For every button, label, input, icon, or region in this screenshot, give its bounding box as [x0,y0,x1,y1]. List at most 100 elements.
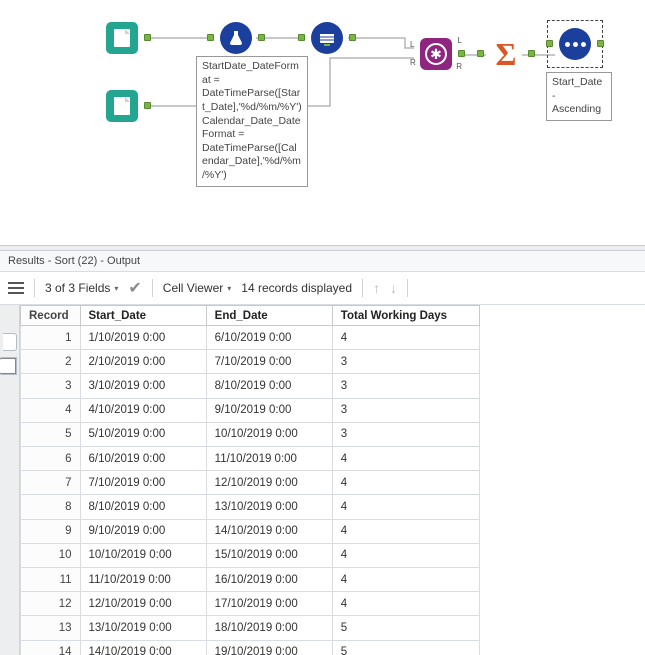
cell-end-date: 15/10/2019 0:00 [206,543,332,567]
cell-end-date: 17/10/2019 0:00 [206,592,332,616]
cell-record: 2 [21,350,81,374]
cell-record: 11 [21,568,81,592]
cell-total-days: 4 [332,326,479,350]
results-toolbar: 3 of 3 Fields ▾ ✔ Cell Viewer ▾ 14 recor… [0,272,645,305]
cell-start-date: 2/10/2019 0:00 [80,350,206,374]
columns-icon [311,22,343,54]
cell-end-date: 11/10/2019 0:00 [206,447,332,471]
sort-label: Start_Date - Ascending [546,72,612,121]
cell-end-date: 14/10/2019 0:00 [206,519,332,543]
table-row[interactable]: 44/10/2019 0:009/10/2019 0:003 [21,398,480,422]
cell-start-date: 6/10/2019 0:00 [80,447,206,471]
cell-start-date: 5/10/2019 0:00 [80,422,206,446]
cell-total-days: 3 [332,374,479,398]
workflow-canvas[interactable]: L R L J R Σ StartDate_DateFormat = DateT… [0,0,645,245]
sort-tool[interactable] [557,26,593,62]
col-end-date[interactable]: End_Date [206,306,332,326]
rail-tab-1[interactable] [3,333,17,351]
chevron-down-icon: ▾ [114,284,118,293]
cell-end-date: 19/10/2019 0:00 [206,640,332,655]
cell-start-date: 11/10/2019 0:00 [80,568,206,592]
cell-record: 12 [21,592,81,616]
cell-end-date: 13/10/2019 0:00 [206,495,332,519]
table-row[interactable]: 1010/10/2019 0:0015/10/2019 0:004 [21,543,480,567]
cell-record: 13 [21,616,81,640]
table-row[interactable]: 1313/10/2019 0:0018/10/2019 0:005 [21,616,480,640]
cell-total-days: 5 [332,640,479,655]
cell-record: 6 [21,447,81,471]
table-row[interactable]: 33/10/2019 0:008/10/2019 0:003 [21,374,480,398]
table-row[interactable]: 77/10/2019 0:0012/10/2019 0:004 [21,471,480,495]
cell-total-days: 4 [332,519,479,543]
cell-total-days: 4 [332,447,479,471]
cell-record: 4 [21,398,81,422]
cell-start-date: 7/10/2019 0:00 [80,471,206,495]
cell-total-days: 4 [332,471,479,495]
col-start-date[interactable]: Start_Date [80,306,206,326]
cell-start-date: 9/10/2019 0:00 [80,519,206,543]
table-row[interactable]: 88/10/2019 0:0013/10/2019 0:004 [21,495,480,519]
chevron-down-icon: ▾ [227,284,231,293]
cell-total-days: 4 [332,592,479,616]
results-panel-title: Results - Sort (22) - Output [0,251,645,272]
formula-tool-1[interactable] [218,20,254,56]
cell-total-days: 4 [332,543,479,567]
cell-viewer-dropdown[interactable]: Cell Viewer ▾ [163,281,231,295]
table-row[interactable]: 1414/10/2019 0:0019/10/2019 0:005 [21,640,480,655]
table-row[interactable]: 66/10/2019 0:0011/10/2019 0:004 [21,447,480,471]
cell-start-date: 14/10/2019 0:00 [80,640,206,655]
cell-total-days: 3 [332,350,479,374]
rail-tab-2[interactable] [0,357,17,375]
table-row[interactable]: 11/10/2019 0:006/10/2019 0:004 [21,326,480,350]
results-grid[interactable]: Record Start_Date End_Date Total Working… [20,305,480,655]
results-side-rail [0,305,20,655]
select-tool[interactable] [309,20,345,56]
cell-total-days: 5 [332,616,479,640]
table-row[interactable]: 1111/10/2019 0:0016/10/2019 0:004 [21,568,480,592]
table-row[interactable]: 22/10/2019 0:007/10/2019 0:003 [21,350,480,374]
fields-dropdown-label: 3 of 3 Fields [45,281,110,295]
arrow-down-icon[interactable]: ↓ [390,280,397,296]
cell-end-date: 9/10/2019 0:00 [206,398,332,422]
cell-viewer-label: Cell Viewer [163,281,223,295]
table-row[interactable]: 99/10/2019 0:0014/10/2019 0:004 [21,519,480,543]
cell-start-date: 1/10/2019 0:00 [80,326,206,350]
table-row[interactable]: 55/10/2019 0:0010/10/2019 0:003 [21,422,480,446]
dots-icon [559,28,591,60]
cell-start-date: 12/10/2019 0:00 [80,592,206,616]
cell-start-date: 3/10/2019 0:00 [80,374,206,398]
cell-record: 3 [21,374,81,398]
document-icon [114,97,130,115]
cell-record: 8 [21,495,81,519]
cell-total-days: 4 [332,495,479,519]
cell-start-date: 8/10/2019 0:00 [80,495,206,519]
fields-dropdown[interactable]: 3 of 3 Fields ▾ [45,281,118,295]
cell-start-date: 4/10/2019 0:00 [80,398,206,422]
cell-record: 1 [21,326,81,350]
col-total-days[interactable]: Total Working Days [332,306,479,326]
cell-end-date: 6/10/2019 0:00 [206,326,332,350]
records-count-text: 14 records displayed [241,281,352,295]
cell-record: 5 [21,422,81,446]
cell-total-days: 3 [332,422,479,446]
cell-start-date: 10/10/2019 0:00 [80,543,206,567]
col-record[interactable]: Record [21,306,81,326]
cell-end-date: 16/10/2019 0:00 [206,568,332,592]
sigma-icon: Σ [496,38,517,70]
input-tool-2[interactable] [104,88,140,124]
check-icon[interactable]: ✔ [128,278,141,298]
menu-icon[interactable] [8,280,24,296]
input-tool-1[interactable] [104,20,140,56]
formula-tooltip: StartDate_DateFormat = DateTimeParse([St… [196,56,308,187]
cell-record: 7 [21,471,81,495]
cell-end-date: 7/10/2019 0:00 [206,350,332,374]
cell-end-date: 8/10/2019 0:00 [206,374,332,398]
grid-header-row: Record Start_Date End_Date Total Working… [21,306,480,326]
cell-end-date: 18/10/2019 0:00 [206,616,332,640]
join-tool[interactable]: L R L J R [418,36,454,72]
join-icon [425,43,447,65]
table-row[interactable]: 1212/10/2019 0:0017/10/2019 0:004 [21,592,480,616]
arrow-up-icon[interactable]: ↑ [373,280,380,296]
summarize-tool[interactable]: Σ [488,36,524,72]
cell-end-date: 12/10/2019 0:00 [206,471,332,495]
